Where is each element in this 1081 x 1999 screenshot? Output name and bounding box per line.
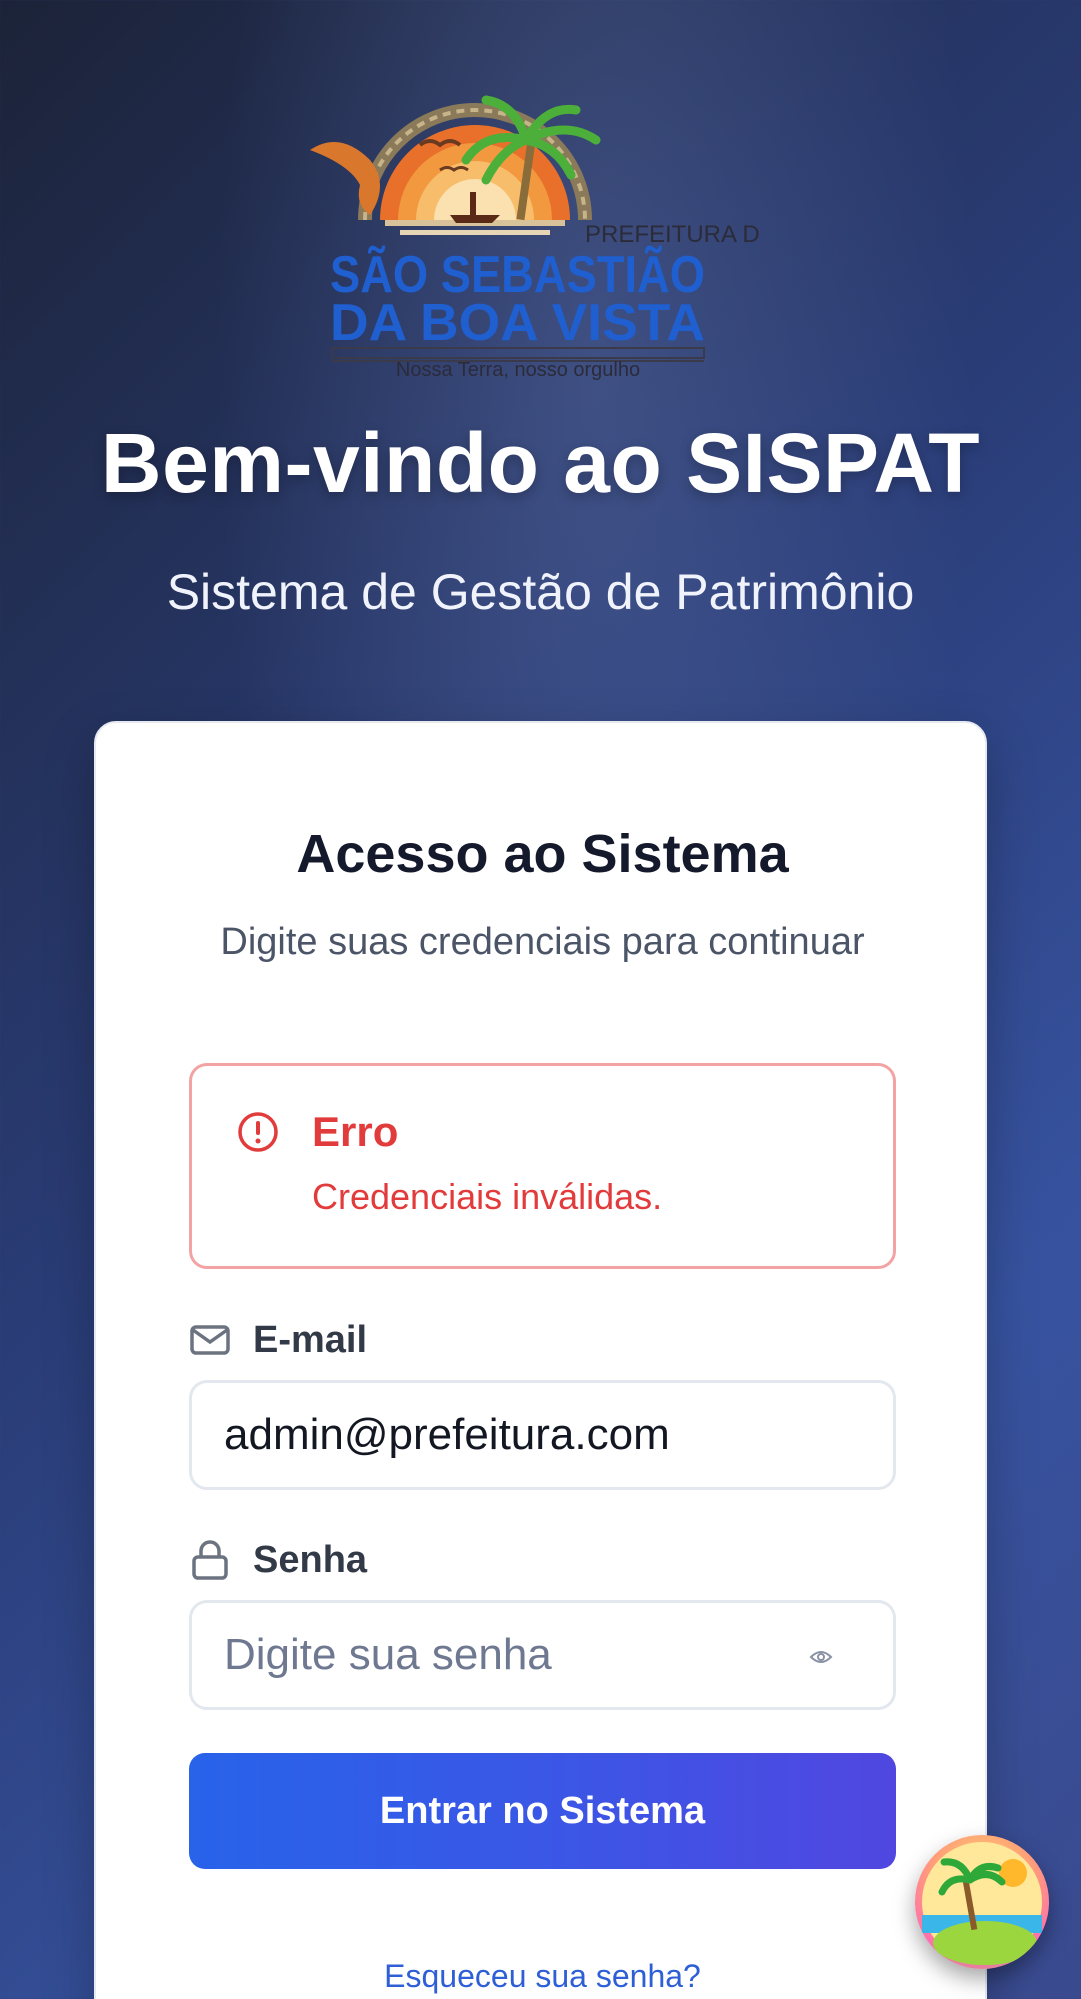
prefeitura-logo: PREFEITURA DE SÃO SEBASTIÃO DA BOA VISTA… bbox=[290, 70, 760, 380]
password-placeholder: Digite sua senha bbox=[224, 1630, 552, 1679]
logo-slogan: Nossa Terra, nosso orgulho bbox=[396, 359, 640, 380]
mail-icon bbox=[190, 1325, 230, 1355]
tropical-island-icon bbox=[922, 1842, 1042, 1965]
eye-icon[interactable] bbox=[809, 1647, 833, 1667]
password-label-row: Senha bbox=[189, 1535, 367, 1585]
password-field[interactable]: Digite sua senha bbox=[189, 1600, 896, 1710]
card-subtitle: Digite suas credenciais para continuar bbox=[220, 921, 865, 963]
alert-title: Erro bbox=[312, 1108, 399, 1155]
page-title: Bem-vindo ao SISPAT bbox=[100, 416, 981, 510]
logo-name-line2: DA BOA VISTA bbox=[330, 294, 705, 352]
page-subtitle: Sistema de Gestão de Patrimônio bbox=[166, 564, 915, 620]
email-label: E-mail bbox=[253, 1318, 368, 1361]
alert-circle-icon bbox=[238, 1112, 278, 1152]
logo-prefix: PREFEITURA DE bbox=[585, 221, 760, 248]
lock-icon bbox=[192, 1540, 228, 1580]
email-field[interactable]: admin@prefeitura.com bbox=[189, 1380, 896, 1490]
login-card: Acesso ao Sistema Digite suas credenciai… bbox=[94, 721, 987, 1999]
forgot-password-link[interactable]: Esqueceu sua senha? bbox=[96, 1958, 989, 1995]
floating-assistant-button[interactable] bbox=[915, 1835, 1049, 1969]
email-label-row: E-mail bbox=[189, 1315, 367, 1365]
submit-button[interactable]: Entrar no Sistema bbox=[189, 1753, 896, 1869]
card-title: Acesso ao Sistema bbox=[296, 824, 789, 884]
password-label: Senha bbox=[253, 1538, 368, 1581]
alert-message: Credenciais inválidas. bbox=[312, 1176, 663, 1217]
error-alert: Erro Credenciais inválidas. bbox=[189, 1063, 896, 1269]
